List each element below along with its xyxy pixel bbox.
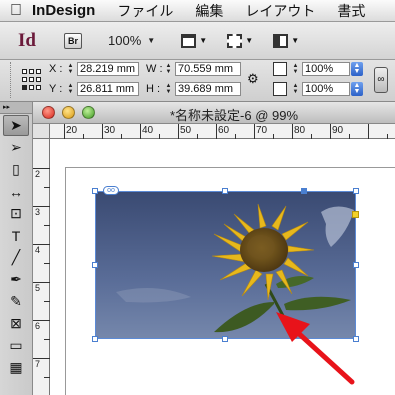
screenshot-root:  InDesign ファイル 編集 レイアウト 書式 Id Br 100% ▼…: [0, 0, 395, 395]
red-arrow-icon: [276, 312, 355, 385]
